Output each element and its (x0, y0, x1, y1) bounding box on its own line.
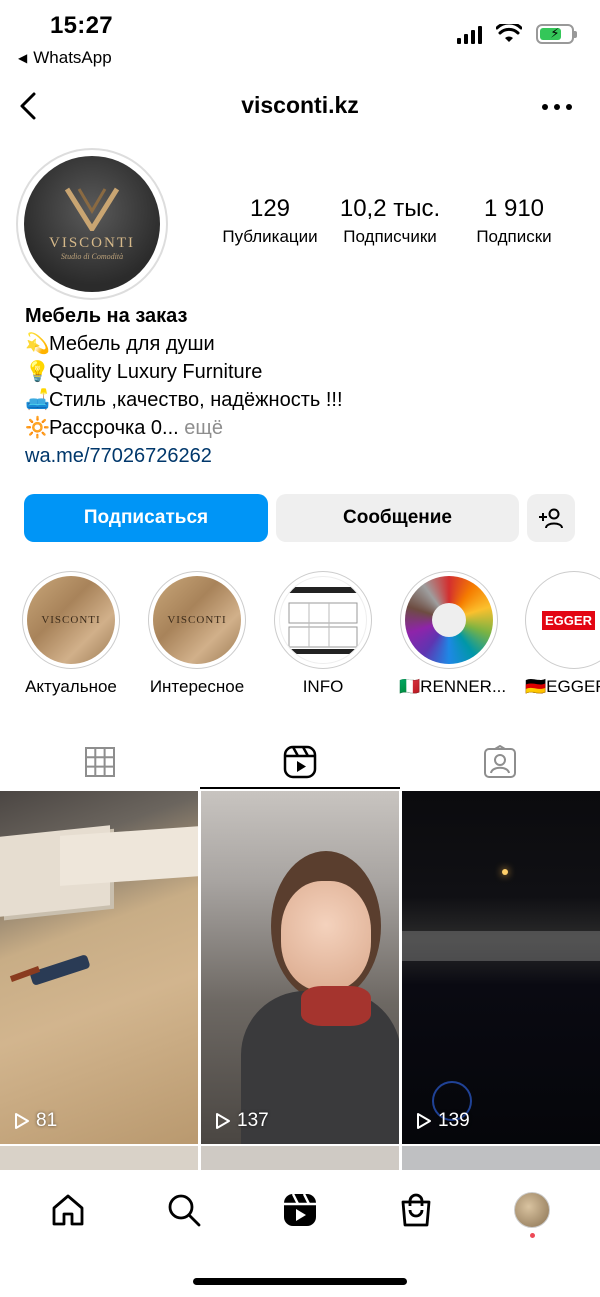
nav-shop[interactable] (386, 1180, 446, 1240)
shopping-bag-icon (401, 1193, 431, 1227)
stat-following-value: 1 910 (483, 195, 545, 222)
reels-icon (283, 745, 317, 779)
reel-thumbnail[interactable]: 81 (0, 791, 198, 1144)
avatar[interactable]: VISCONTI Studio di Comodità (16, 148, 168, 300)
reels-filled-icon (284, 1193, 316, 1226)
highlight-label: Интересное (149, 677, 245, 696)
back-to-app-link[interactable]: ◀ WhatsApp (18, 48, 112, 68)
tagged-icon (484, 745, 516, 778)
highlight-item[interactable]: 🇮🇹RENNER... (399, 571, 507, 697)
stat-followers-value: 10,2 тыс. (339, 195, 441, 222)
status-time: 15:27 (50, 12, 113, 39)
grid-icon (85, 747, 115, 777)
nav-home[interactable] (38, 1180, 98, 1240)
visconti-logo-icon (64, 187, 120, 231)
active-tab-indicator (200, 787, 400, 789)
reel-views: 139 (416, 1110, 470, 1132)
bottom-nav (0, 1170, 600, 1250)
play-icon (417, 1113, 431, 1129)
suggest-people-button[interactable] (527, 494, 575, 542)
kitchen-plan-icon (285, 587, 361, 654)
tab-posts[interactable] (0, 736, 200, 788)
more-options-icon[interactable] (542, 104, 572, 110)
highlight-cover (405, 576, 493, 664)
highlight-label: 🇩🇪EGGER (525, 677, 600, 696)
reel-thumbnail[interactable]: 139 (402, 791, 600, 1144)
highlight-item[interactable]: EGGER 🇩🇪EGGER (525, 571, 600, 697)
stat-posts-value: 129 (249, 195, 291, 222)
bio-line: 🔆Рассрочка 0... ещё (25, 417, 223, 439)
back-triangle-icon: ◀ (18, 51, 28, 65)
nav-search[interactable] (154, 1180, 214, 1240)
tab-reels[interactable] (200, 736, 400, 788)
reel-thumbnail[interactable] (201, 1146, 399, 1170)
battery-icon: ⚡ (536, 24, 577, 44)
highlight-item[interactable]: VISCONTI Интересное (147, 571, 247, 697)
stat-posts[interactable]: 129 Публикации (210, 194, 330, 248)
wifi-icon (496, 24, 522, 42)
back-app-label: WhatsApp (33, 48, 112, 67)
home-icon (52, 1194, 84, 1226)
nav-profile[interactable] (502, 1180, 562, 1240)
reel-thumbnail[interactable]: 137 (201, 791, 399, 1144)
tab-tagged[interactable] (400, 736, 600, 788)
profile-username: visconti.kz (241, 92, 359, 118)
notification-dot (530, 1233, 535, 1238)
highlight-item[interactable]: VISCONTI Актуальное (21, 571, 121, 697)
highlight-item[interactable]: INFO (273, 571, 373, 697)
avatar-image: VISCONTI Studio di Comodità (24, 156, 160, 292)
bio-website-link[interactable]: wa.me/77026726262 (25, 442, 343, 470)
stat-following[interactable]: 1 910 Подписки (455, 194, 573, 248)
profile-avatar-icon (514, 1192, 550, 1228)
play-icon (15, 1113, 29, 1129)
cellular-signal-icon (457, 24, 482, 44)
stat-followers[interactable]: 10,2 тыс. Подписчики (330, 194, 450, 248)
highlight-label: Актуальное (25, 677, 117, 696)
highlight-label: INFO (302, 677, 344, 696)
bio-more-link[interactable]: ещё (184, 417, 223, 439)
avatar-logo-sub: Studio di Comodità (60, 252, 124, 261)
reel-thumbnail[interactable] (402, 1146, 600, 1170)
stat-posts-label: Публикации (222, 227, 318, 246)
highlight-cover: EGGER (530, 576, 600, 664)
reel-views: 81 (14, 1110, 57, 1132)
follow-button[interactable]: Подписаться (24, 494, 268, 542)
bio-name: Мебель на заказ (25, 305, 188, 327)
avatar-logo-text: VISCONTI (49, 235, 135, 251)
highlight-cover: VISCONTI (153, 576, 241, 664)
stat-following-label: Подписки (476, 227, 552, 246)
play-icon (216, 1113, 230, 1129)
stat-followers-label: Подписчики (343, 227, 437, 246)
bio-line: 🛋️Стиль ,качество, надёжность !!! (25, 389, 343, 411)
highlight-cover (279, 576, 367, 664)
reel-views: 137 (215, 1110, 269, 1132)
nav-reels[interactable] (270, 1180, 330, 1240)
message-button[interactable]: Сообщение (276, 494, 519, 542)
bio-line: 💫Мебель для души (25, 333, 215, 355)
home-indicator[interactable] (193, 1278, 407, 1285)
search-icon (168, 1194, 201, 1227)
bio: Мебель на заказ 💫Мебель для души 💡Qualit… (25, 302, 343, 470)
reel-thumbnail[interactable] (0, 1146, 198, 1170)
highlight-label: 🇮🇹RENNER... (399, 677, 507, 696)
status-icons: ⚡ (457, 24, 577, 44)
highlight-cover: VISCONTI (27, 576, 115, 664)
add-person-icon (539, 508, 563, 529)
bio-line: 💡Quality Luxury Furniture (25, 361, 263, 383)
